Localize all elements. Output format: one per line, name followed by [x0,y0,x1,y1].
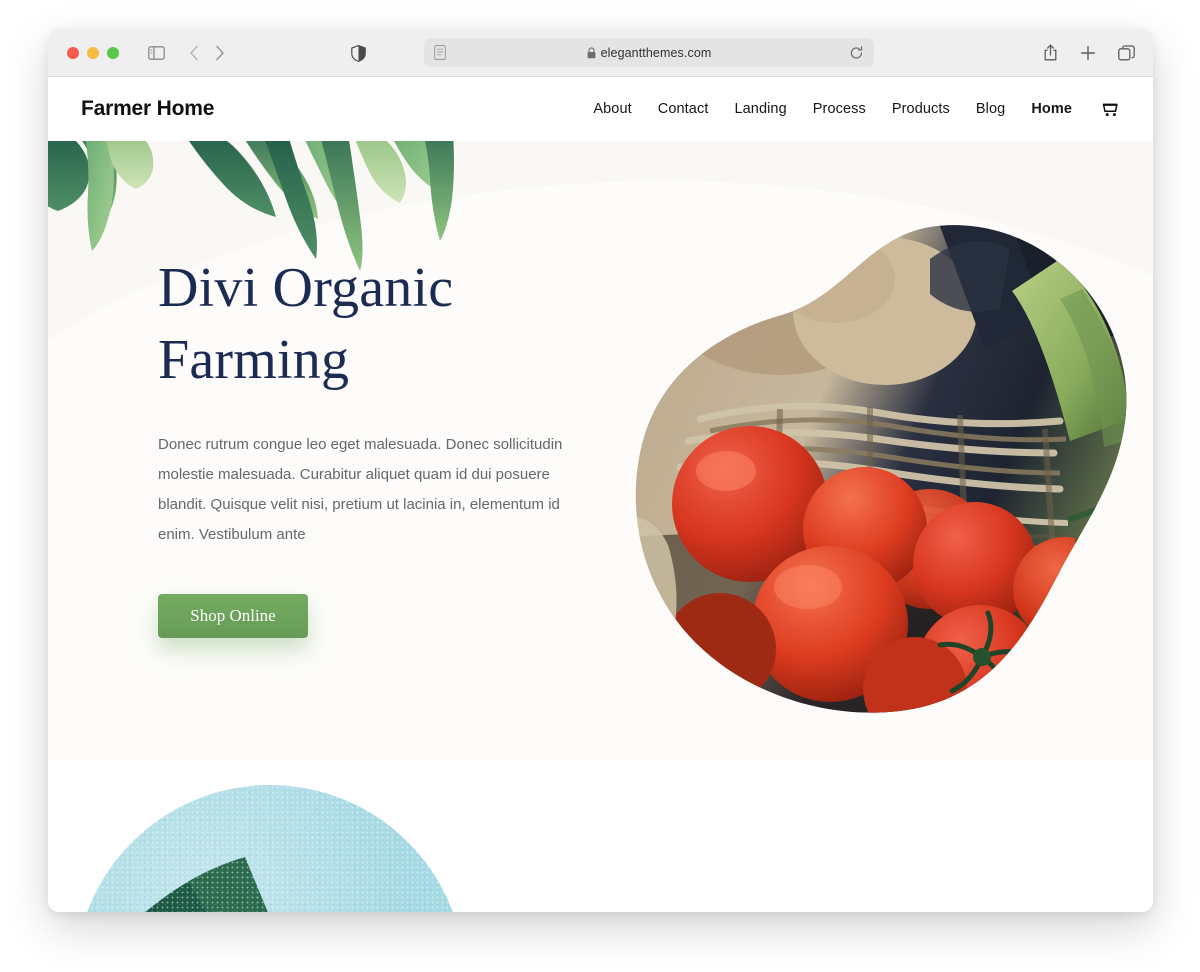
url-display: elegantthemes.com [424,46,874,60]
shopping-cart-icon[interactable] [1102,101,1121,117]
dark-leaf-shapes [145,857,268,912]
url-text: elegantthemes.com [600,45,712,60]
share-icon[interactable] [1043,44,1058,62]
address-bar[interactable]: elegantthemes.com [424,38,874,67]
close-window-button[interactable] [67,46,79,59]
navigation-arrows [189,45,225,61]
hero-section: Divi Organic Farming Donec rutrum congue… [48,141,1153,761]
nav-item-products[interactable]: Products [892,101,950,117]
nav-item-about[interactable]: About [593,101,631,117]
tomato-basket-image [635,225,1127,713]
nav-item-blog[interactable]: Blog [976,101,1005,117]
browser-window: elegantthemes.com Farmer Home About Cont… [48,29,1153,912]
nav-item-landing[interactable]: Landing [734,101,786,117]
shop-online-button[interactable]: Shop Online [158,594,308,639]
main-navigation: About Contact Landing Process Products B… [593,101,1121,117]
site-logo[interactable]: Farmer Home [81,97,214,121]
site-header: Farmer Home About Contact Landing Proces… [48,77,1153,141]
blue-circle-illustration [75,785,465,912]
zoom-window-button[interactable] [107,46,119,59]
hero-title: Divi Organic Farming [158,253,598,396]
nav-item-contact[interactable]: Contact [658,101,709,117]
hero-image [630,219,1135,714]
reload-icon[interactable] [850,45,863,60]
nav-item-home[interactable]: Home [1031,101,1072,117]
toolbar-right-actions [1043,29,1135,77]
nav-item-process[interactable]: Process [813,101,866,117]
chevron-left-icon[interactable] [189,45,199,61]
sidebar-icon[interactable] [148,45,165,60]
hero-title-line-1: Divi Organic [158,257,454,319]
plus-icon[interactable] [1080,45,1096,61]
browser-toolbar: elegantthemes.com [48,29,1153,77]
hero-title-line-2: Farming [158,328,350,391]
privacy-shield-icon[interactable] [351,45,366,62]
chevron-right-icon[interactable] [215,45,225,61]
minimize-window-button[interactable] [87,46,99,59]
page-viewport: Farmer Home About Contact Landing Proces… [48,77,1153,912]
url-field[interactable]: elegantthemes.com [424,38,874,67]
hero-copy: Divi Organic Farming Donec rutrum congue… [158,253,598,639]
tab-overview-icon[interactable] [1118,45,1135,61]
hero-paragraph: Donec rutrum congue leo eget malesuada. … [158,436,563,544]
below-hero-section [48,761,1153,912]
lock-icon [587,46,596,59]
window-controls [67,46,119,59]
